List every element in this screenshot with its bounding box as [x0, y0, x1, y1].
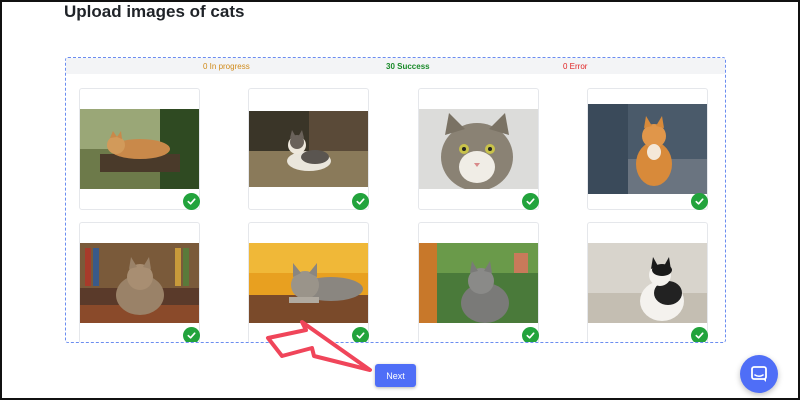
success-count: 30 Success — [386, 62, 430, 71]
upload-success-icon — [352, 193, 369, 210]
image-card[interactable] — [587, 222, 708, 342]
upload-status-bar: 0 In progress 30 Success 0 Error — [66, 58, 725, 74]
upload-success-icon — [183, 193, 200, 210]
cat-thumbnail — [419, 243, 538, 323]
image-card[interactable] — [418, 222, 539, 342]
page-title: Upload images of cats — [64, 2, 245, 21]
cat-thumbnail — [588, 243, 707, 323]
upload-success-icon — [183, 327, 200, 342]
in-progress-count: 0 In progress — [203, 62, 250, 71]
cat-thumbnail — [249, 243, 368, 323]
error-count: 0 Error — [563, 62, 588, 71]
next-button[interactable]: Next — [375, 364, 416, 387]
upload-success-icon — [691, 327, 708, 342]
image-card[interactable] — [587, 88, 708, 210]
upload-success-icon — [522, 327, 539, 342]
upload-success-icon — [691, 193, 708, 210]
image-card[interactable] — [418, 88, 539, 210]
chat-bubble-icon[interactable] — [740, 355, 778, 393]
cat-thumbnail — [588, 104, 707, 194]
image-card[interactable] — [79, 88, 200, 210]
arrow-pointer-icon — [266, 320, 372, 372]
upload-dropzone[interactable]: 0 In progress 30 Success 0 Error — [65, 57, 726, 343]
upload-success-icon — [522, 193, 539, 210]
image-card[interactable] — [79, 222, 200, 342]
cat-thumbnail — [80, 243, 199, 323]
cat-thumbnail — [249, 111, 368, 187]
cat-thumbnail — [80, 109, 199, 189]
cat-thumbnail — [419, 109, 538, 189]
image-card[interactable] — [248, 88, 369, 210]
